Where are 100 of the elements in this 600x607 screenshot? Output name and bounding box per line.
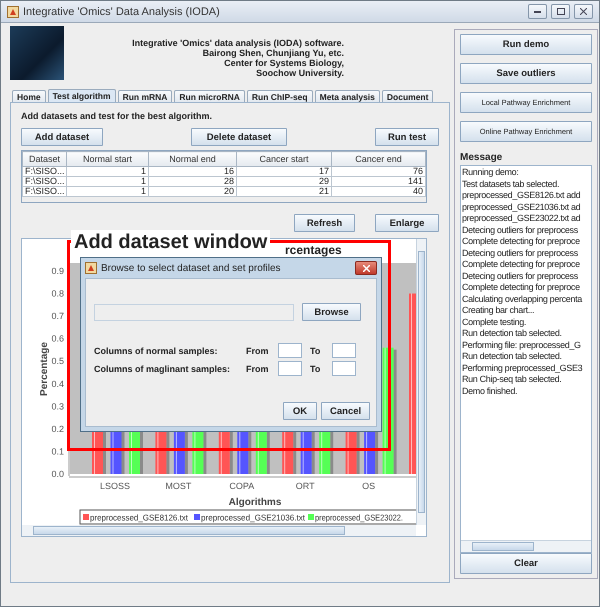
legend-label: preprocessed_GSE8126.txt <box>90 512 194 522</box>
y-tick-label: 0.7 <box>51 311 64 322</box>
horizontal-scrollbar[interactable] <box>461 540 591 552</box>
dialog-title: Browse to select dataset and set profiles <box>101 262 282 274</box>
dialog-button[interactable]: OK <box>283 402 317 420</box>
column-header[interactable]: Normal end <box>148 152 236 166</box>
tab[interactable]: Run microRNA <box>174 90 245 102</box>
table-cell: 17 <box>236 166 332 176</box>
table-cell: 20 <box>148 186 236 196</box>
message-line: preprocessed_GSE23022.txt ad <box>462 213 582 224</box>
horizontal-scrollbar[interactable] <box>22 525 416 536</box>
y-tick-label: 0.4 <box>51 378 64 389</box>
y-axis-title: Percentage <box>39 342 50 396</box>
app-icon <box>85 262 97 274</box>
chart-title-fragment: rcentages <box>285 244 342 257</box>
app-icon <box>7 6 19 18</box>
message-line: Complete testing. <box>462 316 528 328</box>
tab[interactable]: Document <box>382 90 434 102</box>
tab[interactable]: Home <box>12 90 46 102</box>
x-category-label: COPA <box>229 481 254 491</box>
x-category-label: OS <box>362 481 376 491</box>
message-line: Demo finished. <box>462 386 518 397</box>
x-category-label: MOST <box>165 481 192 491</box>
side-button[interactable]: Run demo <box>460 34 592 55</box>
maximize-button[interactable] <box>551 4 570 19</box>
message-line: Run detection tab selected. <box>462 351 563 362</box>
message-line: Run Chip-seq tab selected. <box>462 374 562 386</box>
message-line: Calculating overlapping percenta <box>462 294 584 305</box>
close-icon <box>362 264 370 272</box>
message-line: Creating bar chart... <box>462 305 536 316</box>
table-cell: 141 <box>332 176 426 186</box>
file-path-field[interactable] <box>94 304 294 320</box>
field-label: Columns of maglinant samples: <box>94 364 232 374</box>
to-label: To <box>310 346 322 356</box>
credit-line: Soochow University. <box>256 68 344 78</box>
message-line: Complete detecting for preproce <box>462 282 581 294</box>
credit-line: Integrative 'Omics' data analysis (IODA) software. <box>132 38 344 48</box>
input-field[interactable] <box>332 361 356 376</box>
message-line: Run detection tab selected. <box>462 328 563 340</box>
message-line: Running demo: <box>462 167 520 178</box>
legend-label: preprocessed_GSE21036.txt <box>201 512 310 522</box>
tab[interactable]: Meta analysis <box>314 90 380 102</box>
close-button[interactable] <box>574 4 593 19</box>
table-cell: 28 <box>148 176 236 186</box>
vertical-scrollbar[interactable] <box>416 239 426 525</box>
tab[interactable]: Run ChIP-seq <box>246 90 313 102</box>
action-button[interactable]: Run test <box>375 128 439 146</box>
column-header[interactable]: Cancer start <box>236 152 332 166</box>
maximize-icon <box>556 8 564 15</box>
field-label: Columns of normal samples: <box>94 346 219 356</box>
minimize-icon <box>534 10 541 12</box>
x-category-label: LSOSS <box>100 481 130 491</box>
window-title: Integrative 'Omics' Data Analysis (IODA) <box>23 6 221 18</box>
y-tick-label: 0.2 <box>51 424 64 434</box>
input-field[interactable] <box>278 361 302 376</box>
minimize-button[interactable] <box>528 4 547 19</box>
input-field[interactable] <box>332 343 356 358</box>
message-line: Performing preprocessed_GSE3 <box>462 362 584 374</box>
dialog-button[interactable]: Cancel <box>321 402 370 420</box>
table-cell: 21 <box>236 186 332 196</box>
message-line: preprocessed_GSE21036.txt ad <box>462 202 582 213</box>
message-label: Message <box>460 152 504 163</box>
message-line: Detecing outliers for preprocess <box>462 248 579 259</box>
y-tick-label: 0.5 <box>51 356 64 366</box>
photo-placeholder <box>10 26 64 80</box>
message-line: Test datasets tab selected. <box>462 178 560 190</box>
side-button[interactable]: Save outliers <box>460 63 592 84</box>
close-button[interactable] <box>355 261 377 275</box>
message-line: Complete detecting for preproce <box>462 259 581 270</box>
message-line: Detecing outliers for preprocess <box>462 224 579 236</box>
y-tick-label: 0.1 <box>51 446 64 456</box>
browse-button[interactable]: Browse <box>302 303 361 321</box>
input-field[interactable] <box>278 343 302 358</box>
tab[interactable]: Run mRNA <box>118 90 172 102</box>
y-tick-label: 0.0 <box>51 469 64 479</box>
table-cell: F:\SISO... <box>22 186 66 196</box>
message-line: Performing file: preprocessed_G <box>462 340 582 351</box>
to-label: To <box>310 364 322 374</box>
column-header[interactable]: Dataset <box>22 152 66 166</box>
y-tick-label: 0.6 <box>51 334 64 344</box>
from-label: From <box>246 364 270 374</box>
y-tick-label: 0.8 <box>51 288 64 299</box>
clear-button[interactable]: Clear <box>460 553 592 574</box>
action-button[interactable]: Add dataset <box>21 128 103 146</box>
column-header[interactable]: Cancer end <box>332 152 426 166</box>
close-icon <box>580 8 587 15</box>
column-header[interactable]: Normal start <box>66 152 148 166</box>
table-cell: 1 <box>66 166 148 176</box>
table-cell: 1 <box>66 176 148 186</box>
tab[interactable]: Test algorithm <box>48 89 116 102</box>
message-line: preprocessed_GSE8126.txt add <box>462 190 582 202</box>
credit-line: Center for Systems Biology, <box>224 58 344 68</box>
table-cell: F:\SISO... <box>22 166 66 176</box>
chart-button[interactable]: Refresh <box>294 214 355 232</box>
x-axis-title: Algorithms <box>228 497 282 508</box>
x-category-label: ORT <box>296 481 315 491</box>
credit-line: Bairong Shen, Chunjiang Yu, etc. <box>202 48 344 58</box>
chart-button[interactable]: Enlarge <box>375 214 439 232</box>
table-cell: 76 <box>332 166 426 176</box>
action-button[interactable]: Delete dataset <box>191 128 287 146</box>
